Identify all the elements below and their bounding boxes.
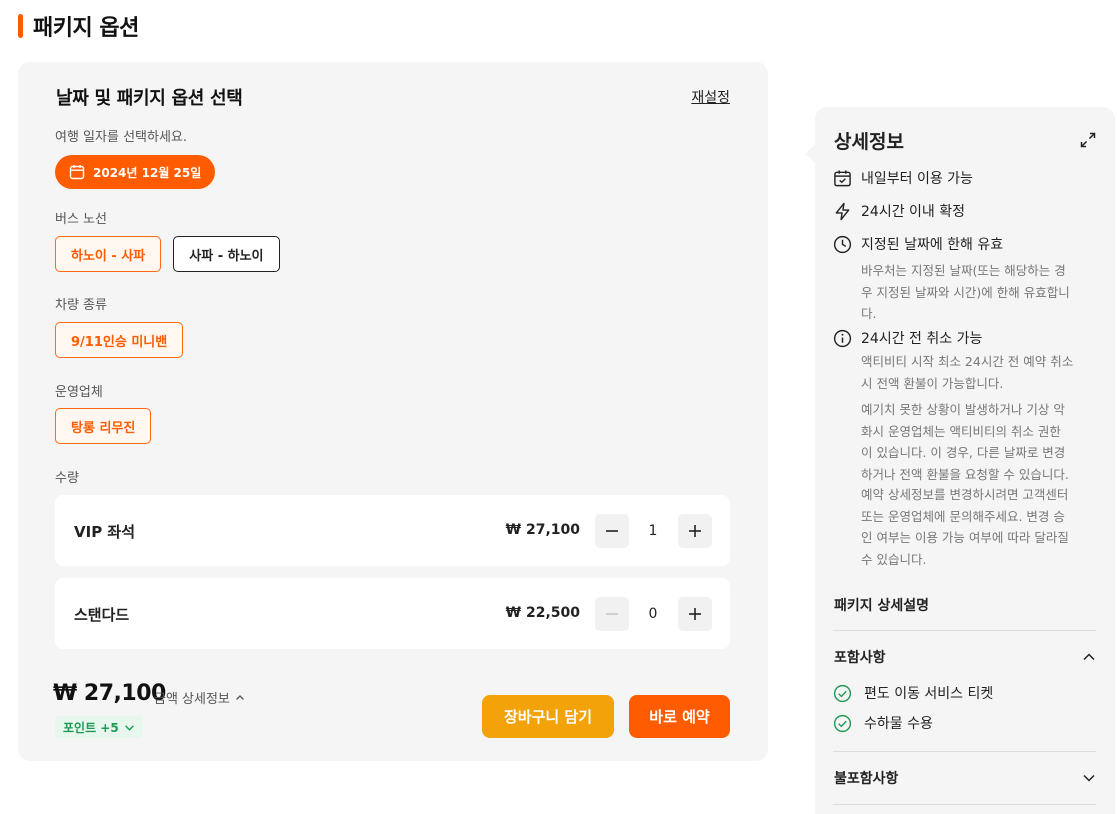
included-label: 포함사항 — [834, 650, 886, 666]
plus-icon — [689, 525, 701, 537]
info-validity: 지정된 날짜에 한해 유효 — [833, 234, 1003, 254]
bus-route-options: 하노이 - 사파 사파 - 하노이 — [55, 236, 280, 272]
excluded-accordion-header[interactable]: 불포함사항 — [834, 768, 1096, 788]
desc-line: 액티비티 시작 최소 24시간 전 예약 취소 — [861, 354, 1074, 369]
quantity-item-price: ₩ 22,500 — [505, 605, 580, 621]
bus-route-option-hanoi-sapa[interactable]: 하노이 - 사파 — [55, 236, 162, 272]
plus-icon — [689, 608, 701, 620]
info-icon — [833, 329, 852, 347]
decrease-quantity-button[interactable] — [595, 597, 629, 631]
desc-line: 화시 운영업체는 액티비티의 취소 권한 — [861, 423, 1061, 439]
date-label: 여행 일자를 선택하세요. — [55, 130, 187, 145]
cancellation-description: 액티비티 시작 최소 24시간 전 예약 취소 시 전액 환불이 가능합니다. — [861, 351, 1101, 394]
chevron-down-icon — [124, 724, 134, 731]
info-text: 내일부터 이용 가능 — [861, 171, 973, 187]
operator-options: 탕롱 리무진 — [55, 408, 152, 444]
price-detail-label: 금액 상세정보 — [154, 692, 230, 707]
desc-line: 다. — [861, 306, 877, 321]
chevron-down-icon — [1083, 774, 1095, 782]
quantity-item-name: 스탠다드 — [74, 606, 130, 624]
page-header: 패키지 옵션 — [18, 10, 139, 42]
desc-line: 인 여부는 이용 가능 여부에 따라 달라질 — [861, 530, 1069, 545]
validity-description: 바우처는 지정된 날짜(또는 해당하는 경 우 지정된 날짜와 시간)에 한해 … — [861, 260, 1101, 325]
excluded-label: 불포함사항 — [834, 771, 899, 787]
divider — [833, 751, 1096, 752]
add-to-cart-button[interactable]: 장바구니 담기 — [482, 695, 614, 738]
check-circle-icon — [833, 684, 852, 702]
desc-line: 또는 운영업체에 문의해주세요. 변경 승 — [861, 508, 1065, 524]
included-item-text: 편도 이동 서비스 티켓 — [864, 686, 994, 702]
quantity-value: 1 — [648, 523, 658, 539]
decrease-quantity-button[interactable] — [595, 514, 629, 548]
date-value: 2024년 12월 25일 — [93, 165, 202, 180]
quantity-item-vip: VIP 좌석 ₩ 27,100 1 — [55, 495, 730, 566]
quantity-item-price: ₩ 27,100 — [505, 522, 580, 538]
date-selector-button[interactable]: 2024년 12월 25일 — [55, 155, 216, 189]
desc-line: 예약 상세정보를 변경하시려면 고객센터 — [861, 487, 1069, 502]
check-circle-icon — [833, 714, 852, 732]
info-availability: 내일부터 이용 가능 — [833, 168, 973, 188]
info-cancellation: 24시간 전 취소 가능 — [833, 328, 982, 348]
info-text: 24시간 전 취소 가능 — [861, 331, 983, 347]
vehicle-option-minivan[interactable]: 9/11인승 미니밴 — [55, 322, 184, 358]
divider — [833, 630, 1096, 631]
calendar-icon — [69, 165, 85, 180]
details-panel: 상세정보 내일부터 이용 가능 24시간 이내 확정 지정된 날짜에 한해 유효… — [815, 107, 1115, 814]
change-description: 예약 상세정보를 변경하시려면 고객센터 또는 운영업체에 문의해주세요. 변경… — [861, 484, 1101, 570]
quantity-value: 0 — [648, 606, 658, 622]
price-detail-toggle[interactable]: 금액 상세정보 — [154, 688, 245, 707]
expand-icon[interactable] — [1080, 132, 1096, 148]
desc-line: 이 있습니다. 이 경우, 다른 날짜로 변경 — [861, 445, 1066, 460]
cancellation-weather-description: 예기치 못한 상황이 발생하거나 기상 악 화시 운영업체는 액티비티의 취소 … — [861, 399, 1101, 485]
points-badge[interactable]: 포인트 +5 — [55, 716, 143, 738]
reset-button[interactable]: 재설정 — [691, 87, 730, 107]
bus-route-label: 버스 노선 — [55, 212, 107, 227]
included-item: 편도 이동 서비스 티켓 — [833, 683, 993, 703]
desc-line: 예기치 못한 상황이 발생하거나 기상 악 — [861, 402, 1065, 417]
quantity-label: 수량 — [55, 471, 79, 486]
desc-line: 시 전액 환불이 가능합니다. — [861, 375, 1004, 391]
desc-line: 수 있습니다. — [861, 551, 927, 567]
included-item-text: 수하물 수용 — [864, 716, 933, 732]
increase-quantity-button[interactable] — [678, 597, 712, 631]
desc-line: 하거나 전액 환불을 요청할 수 있습니다. — [861, 466, 1069, 482]
quantity-item-name: VIP 좌석 — [74, 523, 136, 541]
chevron-up-icon — [235, 694, 244, 700]
details-panel-title: 상세정보 — [834, 131, 904, 153]
info-confirmation: 24시간 이내 확정 — [833, 201, 965, 221]
minus-icon — [606, 613, 618, 615]
divider — [833, 804, 1096, 805]
title-accent-bar — [18, 14, 23, 38]
operator-label: 운영업체 — [55, 385, 103, 400]
book-now-button[interactable]: 바로 예약 — [629, 695, 730, 738]
options-card: 날짜 및 패키지 옵션 선택 재설정 여행 일자를 선택하세요. 2024년 1… — [18, 62, 768, 761]
total-price: ₩ 27,100 — [53, 681, 166, 706]
operator-option-thang-long[interactable]: 탕롱 리무진 — [55, 408, 152, 444]
desc-line: 우 지정된 날짜와 시간)에 한해 유효합니 — [861, 284, 1070, 300]
included-item: 수하물 수용 — [833, 713, 933, 733]
bus-route-option-sapa-hanoi[interactable]: 사파 - 하노이 — [173, 236, 280, 272]
minus-icon — [606, 530, 618, 532]
desc-line: 바우처는 지정된 날짜(또는 해당하는 경 — [861, 263, 1066, 278]
info-text: 지정된 날짜에 한해 유효 — [861, 237, 1004, 253]
vehicle-label: 차량 종류 — [55, 298, 107, 313]
options-card-title: 날짜 및 패키지 옵션 선택 — [56, 88, 243, 109]
calendar-check-icon — [834, 169, 851, 186]
package-detail-title: 패키지 상세설명 — [834, 598, 930, 614]
points-label: 포인트 +5 — [63, 720, 119, 735]
info-text: 24시간 이내 확정 — [861, 204, 965, 220]
chevron-up-icon — [1083, 653, 1095, 661]
increase-quantity-button[interactable] — [678, 514, 712, 548]
included-accordion-header[interactable]: 포함사항 — [834, 647, 1096, 667]
page-title: 패키지 옵션 — [33, 16, 139, 41]
vehicle-options: 9/11인승 미니밴 — [55, 322, 184, 358]
clock-icon — [833, 235, 852, 253]
quantity-item-standard: 스탠다드 ₩ 22,500 0 — [55, 578, 730, 649]
lightning-icon — [835, 202, 850, 220]
